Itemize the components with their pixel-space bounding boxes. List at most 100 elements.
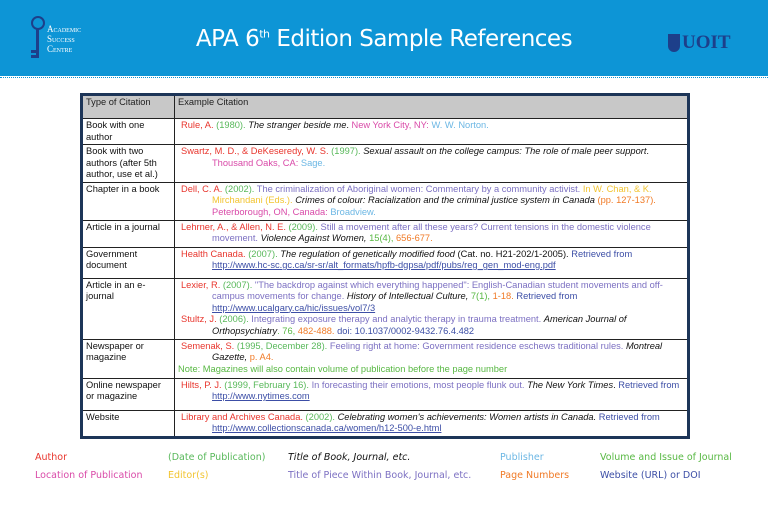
citation-author: Rule, A. <box>181 120 217 130</box>
title-rest: Edition Sample References <box>269 26 573 52</box>
note: Note: Magazines will also contain volume… <box>178 363 508 374</box>
citation: Dell, C. A. (2002). The criminalization … <box>178 184 684 219</box>
citation: Swartz, M. D., & DeKeseredy, W. S. (1997… <box>178 146 684 169</box>
header-banner: Academic Success Centre APA 6th Edition … <box>0 0 768 76</box>
url-link[interactable]: http://www.ucalgary.ca/hic/issues/vol7/3 <box>212 303 375 313</box>
citation-pages: (pp. 127-137). <box>597 195 656 205</box>
citation-title-piece: In forecasting their emotions, most peop… <box>311 379 528 390</box>
title-sup: th <box>259 27 270 41</box>
citation-title-book: Violence Against Women, <box>260 233 370 243</box>
example-citation: Swartz, M. D., & DeKeseredy, W. S. (1997… <box>174 144 689 183</box>
legend-item: Website (URL) or DOI <box>600 470 701 481</box>
table-row: Website Library and Archives Canada. (200… <box>81 409 689 438</box>
citation-date: (1980). <box>216 120 249 130</box>
citation: Hilts, P. J. (1999, February 16). In for… <box>178 380 684 403</box>
citation-url: Retrieved from <box>571 248 633 259</box>
legend-item: Author <box>35 452 67 463</box>
citation-title-book: History of Intellectual Culture, <box>346 291 471 301</box>
citation: Stultz, J. (2006). Integrating exposure … <box>178 314 684 337</box>
citation-title-piece: The criminalization of Aboriginal women:… <box>256 183 583 194</box>
citation-pages: p. A4. <box>249 352 274 362</box>
citation-author: Lehrner, A., & Allen, N. E. <box>181 221 289 232</box>
citation-title-book: The stranger beside me <box>248 120 347 130</box>
citation-url: Retrieved from <box>618 379 680 390</box>
citation-date: (1995, December 28). <box>236 340 330 351</box>
citation-pub: W. W. Norton. <box>431 120 489 130</box>
table-row: Article in an e-journal Lexier, R. (2007)… <box>81 277 689 340</box>
legend-item: Title of Piece Within Book, Journal, etc… <box>288 470 472 481</box>
citation-date: (2002). <box>224 183 257 194</box>
citation-loc: New York City, NY: <box>351 120 432 130</box>
legend-item: Publisher <box>500 452 544 463</box>
citation-type: Book with one author <box>81 118 175 145</box>
citation-author: Semenak, S. <box>181 340 237 351</box>
table-row: Book with one author Rule, A. (1980). The… <box>81 118 689 145</box>
citation-author: Lexier, R. <box>181 279 223 290</box>
citation-url: Retrieved from <box>516 291 578 301</box>
citation-pub: Sage. <box>300 157 326 168</box>
legend-item: Page Numbers <box>500 470 570 481</box>
citation-loc: Peterborough, ON, Canada: <box>212 206 331 217</box>
citation-url: Retrieved from <box>598 411 660 422</box>
citation-type: Website <box>81 409 175 438</box>
citation-vol: . 76, <box>277 325 298 336</box>
citation-pages: 482-488. <box>297 325 338 336</box>
citation-pub: Broadview. <box>330 206 376 217</box>
citation: Health Canada. (2007). The regulation of… <box>178 249 684 272</box>
example-citation: Health Canada. (2007). The regulation of… <box>174 246 689 279</box>
example-citation: Hilts, P. J. (1999, February 16). In for… <box>174 377 689 411</box>
legend-item: Editor(s) <box>168 470 209 481</box>
citation-loc: Thousand Oaks, CA: <box>212 157 301 168</box>
legend-item: Title of Book, Journal, etc. <box>288 452 411 463</box>
citation-type: Online newspaper or magazine <box>81 377 175 411</box>
example-citation: Dell, C. A. (2002). The criminalization … <box>174 181 689 221</box>
citation: Semenak, S. (1995, December 28). Feeling… <box>178 341 684 364</box>
table-row: Online newspaper or magazine Hilts, P. J.… <box>81 377 689 411</box>
citation-type: Article in a journal <box>81 219 175 248</box>
citation-date: (2007). <box>248 248 281 259</box>
citation-author: Library and Archives Canada. <box>181 411 306 422</box>
citation-author: Dell, C. A. <box>181 183 225 194</box>
citation-url: doi: 10.1037/0002-9432.76.4.482 <box>337 325 475 336</box>
citation-pages: 1-18. <box>492 291 517 301</box>
citation-date: (1999, February 16). <box>224 379 312 390</box>
citation-type: Article in an e-journal <box>81 277 175 340</box>
page-title: APA 6th Edition Sample References <box>0 26 768 52</box>
legend-item: Location of Publication <box>35 470 143 481</box>
citation-plain: . <box>646 146 650 156</box>
citation: Library and Archives Canada. (2002). Cel… <box>178 412 684 435</box>
title-main: APA 6 <box>195 26 260 52</box>
citation-title-book: The New York Times <box>527 379 614 390</box>
url-link[interactable]: http://www.hc-sc.gc.ca/sr-sr/alt_formats… <box>212 260 556 270</box>
legend-item: (Date of Publication) <box>168 452 266 463</box>
example-citation: Semenak, S. (1995, December 28). Feeling… <box>174 338 689 379</box>
citation-table: Type of Citation Example Citation Book w… <box>80 93 690 439</box>
table-row: Government document Health Canada. (2007)… <box>81 246 689 279</box>
citation-date: (1997). <box>331 146 364 156</box>
legend-item: Volume and Issue of Journal <box>600 452 732 463</box>
citation-title-book: The regulation of genetically modified f… <box>280 248 458 259</box>
table-row: Book with two authors (after 5th author,… <box>81 144 689 183</box>
column-header-example: Example Citation <box>174 94 689 119</box>
table-row: Article in a journal Lehrner, A., & Allen… <box>81 219 689 248</box>
citation-date: (2009). <box>288 221 321 232</box>
shield-icon <box>668 34 680 52</box>
citation-date: (2002). <box>305 411 338 422</box>
citation: Lexier, R. (2007). "The backdrop against… <box>178 280 684 315</box>
citation-type: Chapter in a book <box>81 181 175 221</box>
citation: Lehrner, A., & Allen, N. E. (2009). Stil… <box>178 222 684 245</box>
citation-date: (2006). <box>219 314 252 324</box>
citation-author: Health Canada. <box>181 248 249 259</box>
citation-date: (2007). <box>222 279 255 290</box>
citation-vol: 15(4), <box>369 233 396 243</box>
table-row: Chapter in a book Dell, C. A. (2002). The… <box>81 181 689 221</box>
citation-vol: 7(1), <box>470 291 493 301</box>
url-link[interactable]: http://www.collectionscanada.ca/women/h1… <box>212 423 441 433</box>
citation-pages: 656-677. <box>395 233 433 243</box>
citation-type: Government document <box>81 246 175 279</box>
citation-author: Swartz, M. D., & DeKeseredy, W. S. <box>181 146 332 156</box>
citation-title-piece: Integrating exposure therapy and analyti… <box>251 314 544 324</box>
url-link[interactable]: http://www.nytimes.com <box>212 391 310 401</box>
citation-type: Book with two authors (after 5th author,… <box>81 144 175 183</box>
citation-title-book: Celebrating women's achievements: Women … <box>337 411 599 422</box>
